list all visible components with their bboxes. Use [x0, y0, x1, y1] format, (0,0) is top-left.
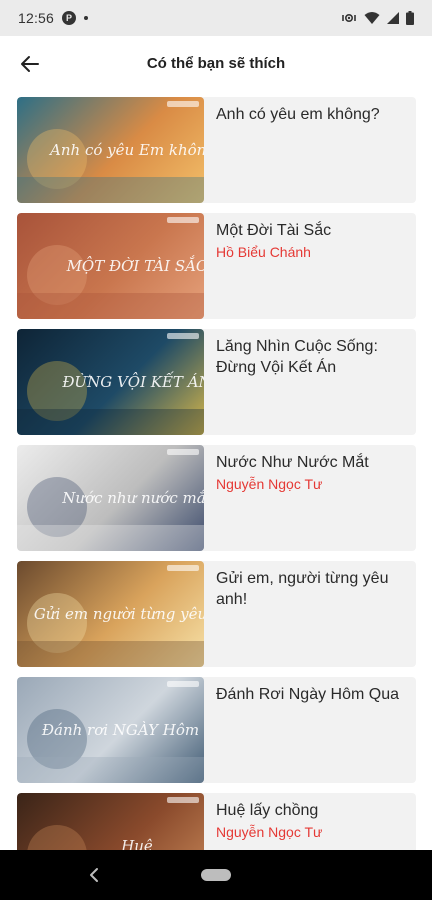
cover-art: Gửi em người từng yêu anh	[17, 565, 204, 667]
page-title: Có thể bạn sẽ thích	[146, 55, 286, 72]
cover-title-text: Nước như nước mắt	[61, 489, 204, 507]
book-author: Nguyễn Ngọc Tư	[216, 824, 323, 840]
cover-title-text: Đánh rơi NGÀY Hôm qua	[41, 721, 204, 739]
card-text: Đánh Rơi Ngày Hôm Qua	[216, 684, 408, 705]
book-title[interactable]: Một Đời Tài Sắc	[216, 220, 408, 241]
book-cover-thumbnail[interactable]: Nước như nước mắt	[17, 445, 204, 551]
book-cover-thumbnail[interactable]: Đánh rơi NGÀY Hôm qua	[17, 677, 204, 783]
cover-title-text: Anh có yêu Em không?	[48, 141, 204, 159]
book-author: Hồ Biểu Chánh	[216, 244, 311, 260]
nav-home-pill[interactable]	[201, 869, 231, 881]
cover-art: Đánh rơi NGÀY Hôm qua	[17, 681, 204, 783]
cover-art: Nước như nước mắt	[17, 449, 204, 551]
list-item[interactable]: Anh có yêu Em không? Anh có yêu em không?	[17, 97, 416, 203]
cover-title-text: ĐỪNG VỘI KẾT ÁN	[61, 371, 204, 391]
list-item[interactable]: MỘT ĐỜI TÀI SẮC Một Đời Tài Sắc Hồ Biểu Ch…	[17, 213, 416, 319]
cover-art: Huệ	[27, 797, 199, 850]
list-item[interactable]: Nước như nước mắt Nước Như Nước Mắt Nguyễn…	[17, 445, 416, 551]
back-button[interactable]	[12, 46, 48, 82]
card-text: Lăng Nhìn Cuộc Sống: Đừng Vội Kết Án	[216, 336, 408, 378]
status-bar: 12:56 P	[0, 0, 432, 36]
book-cover-thumbnail[interactable]: Gửi em người từng yêu anh	[17, 561, 204, 667]
list-item[interactable]: ĐỪNG VỘI KẾT ÁN Lăng Nhìn Cuộc Sống: Đừng…	[17, 329, 416, 435]
card-text: Gửi em, người từng yêu anh!	[216, 568, 408, 610]
status-right	[341, 11, 414, 25]
status-time: 12:56	[18, 10, 55, 26]
battery-icon	[406, 11, 414, 25]
book-cover-thumbnail[interactable]: Huệ	[17, 793, 204, 850]
notification-dot-icon	[84, 16, 89, 20]
book-title[interactable]: Lăng Nhìn Cuộc Sống: Đừng Vội Kết Án	[216, 336, 408, 378]
cover-title-text: MỘT ĐỜI TÀI SẮC	[66, 255, 204, 275]
status-left: 12:56 P	[18, 10, 89, 26]
book-title[interactable]: Đánh Rơi Ngày Hôm Qua	[216, 684, 408, 705]
book-cover-thumbnail[interactable]: ĐỪNG VỘI KẾT ÁN	[17, 329, 204, 435]
book-title[interactable]: Anh có yêu em không?	[216, 104, 408, 125]
vibrate-icon	[342, 13, 356, 23]
system-nav-bar	[0, 850, 432, 900]
book-title[interactable]: Nước Như Nước Mắt	[216, 452, 408, 473]
arrow-back-icon	[21, 56, 39, 72]
app-bar: Có thể bạn sẽ thích	[0, 36, 432, 92]
nav-back-icon[interactable]	[86, 865, 104, 885]
list-item[interactable]: Gửi em người từng yêu anh Gửi em, người t…	[17, 561, 416, 667]
signal-icon	[387, 12, 399, 24]
cover-art: ĐỪNG VỘI KẾT ÁN	[17, 333, 204, 435]
book-title[interactable]: Gửi em, người từng yêu anh!	[216, 568, 408, 610]
list-item[interactable]: Huệ Huệ lấy chồng Nguyễn Ngọc Tư	[17, 793, 416, 850]
card-text: Nước Như Nước Mắt Nguyễn Ngọc Tư	[216, 452, 408, 494]
book-author: Nguyễn Ngọc Tư	[216, 476, 323, 492]
list-item[interactable]: Đánh rơi NGÀY Hôm qua Đánh Rơi Ngày Hôm Q…	[17, 677, 416, 783]
book-cover-thumbnail[interactable]: Anh có yêu Em không?	[17, 97, 204, 203]
cover-art: MỘT ĐỜI TÀI SẮC	[17, 217, 204, 319]
wifi-icon	[364, 12, 380, 24]
cover-art: Anh có yêu Em không?	[17, 101, 204, 203]
book-cover-thumbnail[interactable]: MỘT ĐỜI TÀI SẮC	[17, 213, 204, 319]
cover-title-text: Huệ	[120, 837, 153, 850]
card-text: Huệ lấy chồng Nguyễn Ngọc Tư	[216, 800, 408, 842]
app-notification-icon: P	[62, 11, 77, 25]
cover-title-text: Gửi em người từng yêu anh	[34, 605, 204, 623]
book-title[interactable]: Huệ lấy chồng	[216, 800, 408, 821]
recommendation-list[interactable]: Anh có yêu Em không? Anh có yêu em không?…	[0, 92, 432, 850]
card-text: Anh có yêu em không?	[216, 104, 408, 125]
card-text: Một Đời Tài Sắc Hồ Biểu Chánh	[216, 220, 408, 262]
